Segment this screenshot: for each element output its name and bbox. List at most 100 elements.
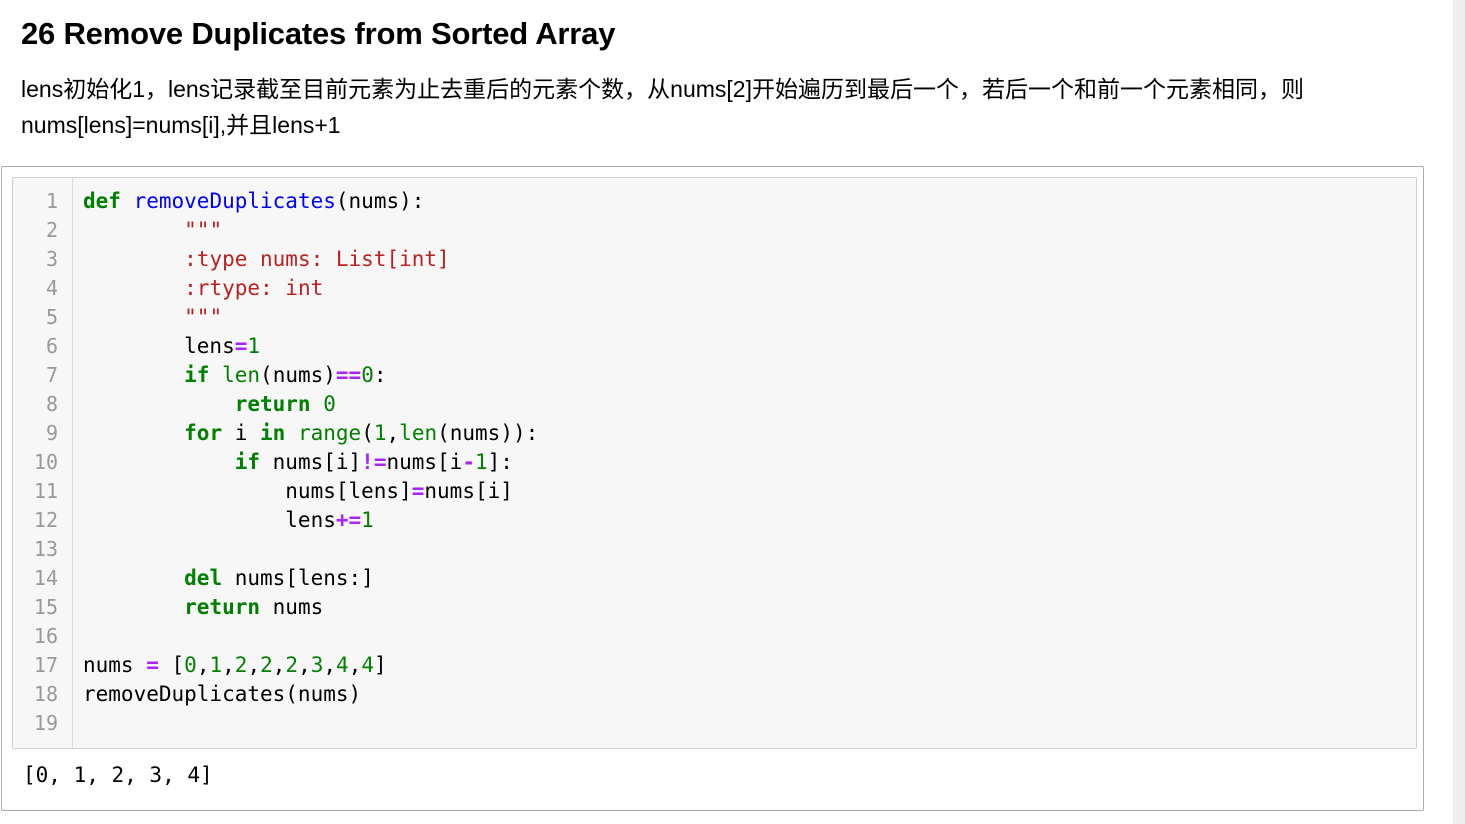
code-token: 1 [373, 421, 387, 445]
code-token: lens [83, 334, 235, 358]
line-number: 16 [33, 624, 58, 648]
code-line: if len(nums)==0: [83, 361, 538, 390]
code-token: == [335, 363, 362, 387]
code-line: :type nums: List[int] [83, 245, 538, 274]
code-token: (nums)): [437, 421, 539, 445]
code-token: ( [361, 421, 374, 445]
line-number: 1 [45, 189, 58, 213]
code-line: return 0 [83, 390, 538, 419]
cell-description: lens初始化1，lens记录截至目前元素为止去重后的元素个数，从nums[2]… [21, 76, 1304, 138]
code-token: nums [83, 653, 147, 677]
code-token: removeDuplicates [133, 189, 336, 213]
line-number: 11 [33, 479, 58, 503]
code-token: = [411, 479, 425, 503]
markdown-cell[interactable]: 26 Remove Duplicates from Sorted Array l… [21, 14, 1421, 143]
code-token: 1 [361, 508, 374, 532]
code-cell[interactable]: 1 2 3 4 5 6 7 8 9 10 11 12 13 14 15 16 17 18 19 def remove… [1, 166, 1424, 811]
code-token: 0 [184, 653, 197, 677]
code-token: , [298, 653, 311, 677]
code-token: 0 [361, 363, 374, 387]
code-token: """ [184, 305, 223, 329]
code-line: lens+=1 [83, 506, 538, 535]
code-token: in [260, 421, 286, 445]
code-line: del nums[lens:] [83, 564, 538, 593]
code-token: return [184, 595, 261, 619]
code-token: """ [184, 218, 223, 242]
code-token: 1 [209, 653, 223, 677]
code-line: for i in range(1,len(nums)): [83, 419, 538, 448]
code-token: if [184, 363, 210, 387]
cell-heading: 26 Remove Duplicates from Sorted Array [21, 16, 616, 51]
line-number: 8 [45, 392, 58, 416]
line-number: 18 [33, 682, 58, 706]
code-token: , [386, 421, 400, 445]
code-token: len [399, 421, 438, 445]
code-line: lens=1 [83, 332, 538, 361]
line-number: 6 [45, 334, 58, 358]
code-token: (nums): [335, 189, 425, 213]
code-token: range [297, 421, 362, 445]
code-token: nums [260, 595, 324, 619]
code-token: 2 [285, 653, 299, 677]
line-number: 7 [45, 363, 58, 387]
code-line: nums = [0,1,2,2,2,3,4,4] [83, 651, 538, 680]
code-editor[interactable]: 1 2 3 4 5 6 7 8 9 10 11 12 13 14 15 16 17 18 19 def remove… [12, 177, 1417, 749]
code-token: for [184, 421, 223, 445]
code-token: 0 [323, 392, 336, 416]
line-number: 12 [33, 508, 58, 532]
code-token: [ [158, 653, 185, 677]
line-number: 10 [33, 450, 58, 474]
code-token: , [247, 653, 261, 677]
code-token: def [83, 189, 121, 213]
code-token: 4 [336, 653, 349, 677]
code-line: def removeDuplicates(nums): [83, 187, 538, 216]
code-token: = [234, 334, 248, 358]
cell-output: [0, 1, 2, 3, 4] [23, 763, 213, 787]
code-token: , [323, 653, 337, 677]
line-number: 13 [33, 537, 58, 561]
code-token: 1 [247, 334, 261, 358]
code-token: != [361, 450, 387, 474]
line-number: 9 [45, 421, 58, 445]
code-token: :rtype: int [184, 276, 324, 300]
code-token: i [222, 421, 261, 445]
scrollbar-track[interactable] [1453, 0, 1465, 824]
code-token: (nums) [260, 363, 336, 387]
code-token: 4 [361, 653, 375, 677]
code-token: lens [83, 508, 336, 532]
code-token: : [373, 363, 387, 387]
code-token: ]: [487, 450, 513, 474]
code-token: - [462, 450, 475, 474]
line-number: 4 [45, 276, 58, 300]
line-number: 14 [33, 566, 58, 590]
code-token: return [234, 392, 311, 416]
code-token: del [184, 566, 223, 590]
line-number-gutter: 1 2 3 4 5 6 7 8 9 10 11 12 13 14 15 16 17 18 19 [13, 178, 73, 748]
code-content[interactable]: def removeDuplicates(nums): """ :type nu… [83, 187, 538, 738]
code-token: 2 [234, 653, 248, 677]
line-number: 15 [33, 595, 58, 619]
code-token: len [222, 363, 261, 387]
code-line: nums[lens]=nums[i] [83, 477, 538, 506]
code-token: removeDuplicates(nums) [83, 682, 362, 706]
line-number: 5 [45, 305, 58, 329]
code-token: nums[lens:] [222, 566, 374, 590]
code-token: :type nums: List[int] [184, 247, 450, 271]
code-line: if nums[i]!=nums[i-1]: [83, 448, 538, 477]
